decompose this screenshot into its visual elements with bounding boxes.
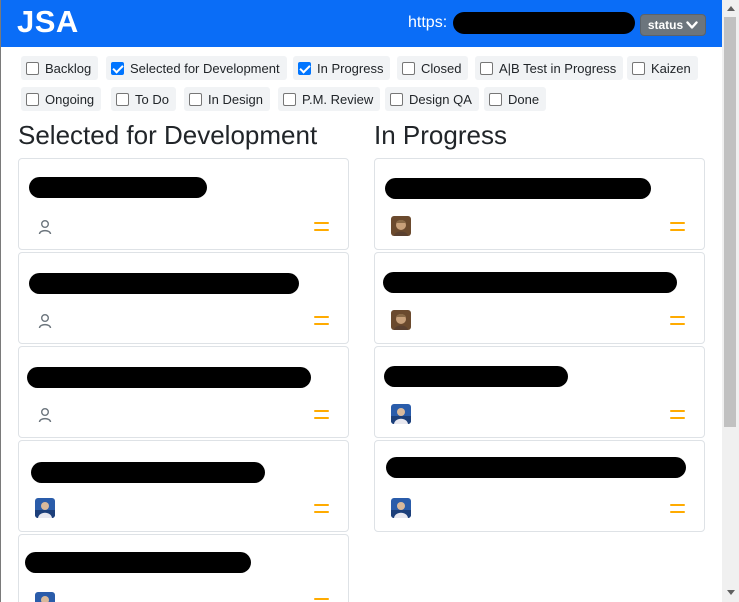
issue-card[interactable] bbox=[18, 534, 349, 602]
app-brand[interactable]: JSA bbox=[17, 4, 79, 40]
filter-design-qa-label: Design QA bbox=[409, 91, 472, 107]
chevron-down-icon bbox=[686, 20, 698, 29]
priority-medium-icon bbox=[314, 316, 329, 327]
filter-ongoing-checkbox[interactable] bbox=[26, 92, 39, 106]
issue-card[interactable] bbox=[374, 158, 705, 250]
filter-done-label: Done bbox=[508, 91, 540, 107]
issue-card[interactable] bbox=[18, 252, 349, 344]
board-page: JSA https: status Backlog Selected for D… bbox=[0, 0, 722, 602]
filter-in-progress-checkbox[interactable] bbox=[298, 61, 311, 75]
priority-medium-icon bbox=[670, 410, 685, 421]
filter-in-design-label: In Design bbox=[208, 91, 263, 107]
filter-kaizen-label: Kaizen bbox=[651, 60, 691, 76]
filter-closed-label: Closed bbox=[421, 60, 462, 76]
filter-selected-for-development-label: Selected for Development bbox=[130, 60, 280, 76]
filter-design-qa-checkbox[interactable] bbox=[390, 92, 403, 106]
assignee-avatar bbox=[35, 498, 55, 518]
redacted-url bbox=[453, 12, 635, 34]
filter-done-checkbox[interactable] bbox=[489, 92, 502, 106]
priority-medium-icon bbox=[314, 410, 329, 421]
filter-to-do-label: To Do bbox=[135, 91, 169, 107]
filter-backlog[interactable]: Backlog bbox=[21, 56, 99, 80]
filter-selected-for-development-checkbox[interactable] bbox=[111, 61, 124, 75]
assignee-photo-icon bbox=[35, 592, 55, 602]
redacted-issue-title bbox=[31, 462, 265, 483]
assignee-avatar bbox=[35, 592, 55, 602]
user-icon bbox=[38, 220, 52, 235]
assignee-photo-icon bbox=[391, 498, 411, 518]
filter-selected-for-development[interactable]: Selected for Development bbox=[106, 56, 287, 80]
issue-card[interactable] bbox=[374, 346, 705, 438]
user-icon bbox=[38, 314, 52, 329]
scroll-down-arrow-icon[interactable] bbox=[727, 590, 735, 595]
filter-ongoing[interactable]: Ongoing bbox=[21, 87, 102, 111]
filter-to-do[interactable]: To Do bbox=[111, 87, 176, 111]
filter-in-design[interactable]: In Design bbox=[184, 87, 270, 111]
filter-to-do-checkbox[interactable] bbox=[116, 92, 129, 106]
filter-design-qa[interactable]: Design QA bbox=[385, 87, 479, 111]
filter-kaizen[interactable]: Kaizen bbox=[627, 56, 698, 80]
redacted-issue-title bbox=[386, 457, 686, 478]
priority-medium-icon bbox=[314, 504, 329, 515]
redacted-issue-title bbox=[25, 552, 251, 573]
issue-card[interactable] bbox=[18, 158, 349, 250]
redacted-issue-title bbox=[383, 272, 677, 293]
status-dropdown-button[interactable]: status bbox=[640, 14, 706, 36]
assignee-avatar bbox=[391, 310, 411, 330]
top-header: JSA https: status bbox=[1, 0, 722, 47]
filter-in-progress-label: In Progress bbox=[317, 60, 384, 76]
assignee-photo-icon bbox=[391, 310, 411, 330]
filter-ab-test-in-progress-checkbox[interactable] bbox=[480, 61, 493, 75]
issue-card[interactable] bbox=[18, 346, 349, 438]
redacted-issue-title bbox=[29, 273, 299, 294]
redacted-issue-title bbox=[385, 178, 651, 199]
assignee-avatar bbox=[391, 498, 411, 518]
filter-pm-review-label: P.M. Review bbox=[302, 91, 374, 107]
issue-card[interactable] bbox=[374, 252, 705, 344]
issue-card[interactable] bbox=[18, 440, 349, 532]
redacted-issue-title bbox=[29, 177, 207, 198]
board-url-prefix: https: bbox=[408, 14, 448, 31]
user-icon bbox=[38, 408, 52, 423]
filter-ab-test-in-progress[interactable]: A|B Test in Progress bbox=[475, 56, 624, 80]
filter-backlog-label: Backlog bbox=[45, 60, 92, 76]
assignee-photo-icon bbox=[391, 216, 411, 236]
status-button-label: status bbox=[647, 18, 684, 32]
priority-medium-icon bbox=[670, 316, 685, 327]
assignee-avatar bbox=[391, 404, 411, 424]
priority-medium-icon bbox=[670, 504, 685, 515]
column-title-in-progress: In Progress bbox=[374, 120, 507, 150]
priority-medium-icon bbox=[314, 222, 329, 233]
filter-pm-review-checkbox[interactable] bbox=[283, 92, 296, 106]
assignee-avatar bbox=[391, 216, 411, 236]
scrollbar-thumb[interactable] bbox=[724, 17, 736, 427]
filter-ab-test-in-progress-label: A|B Test in Progress bbox=[499, 60, 617, 76]
vertical-scrollbar[interactable] bbox=[722, 0, 739, 602]
filter-in-progress[interactable]: In Progress bbox=[293, 56, 391, 80]
priority-medium-icon bbox=[314, 598, 329, 602]
redacted-issue-title bbox=[384, 366, 568, 387]
filter-done[interactable]: Done bbox=[484, 87, 547, 111]
filter-ongoing-label: Ongoing bbox=[45, 91, 95, 107]
column-title-selected-for-development: Selected for Development bbox=[18, 120, 318, 150]
priority-medium-icon bbox=[670, 222, 685, 233]
assignee-photo-icon bbox=[391, 404, 411, 424]
filter-closed-checkbox[interactable] bbox=[402, 61, 415, 75]
issue-card[interactable] bbox=[374, 440, 705, 532]
assignee-photo-icon bbox=[35, 498, 55, 518]
filter-backlog-checkbox[interactable] bbox=[26, 61, 39, 75]
filter-closed[interactable]: Closed bbox=[397, 56, 469, 80]
redacted-issue-title bbox=[27, 367, 311, 388]
filter-in-design-checkbox[interactable] bbox=[189, 92, 202, 106]
filter-pm-review[interactable]: P.M. Review bbox=[278, 87, 381, 111]
filter-kaizen-checkbox[interactable] bbox=[632, 61, 645, 75]
scroll-up-arrow-icon[interactable] bbox=[727, 6, 735, 11]
